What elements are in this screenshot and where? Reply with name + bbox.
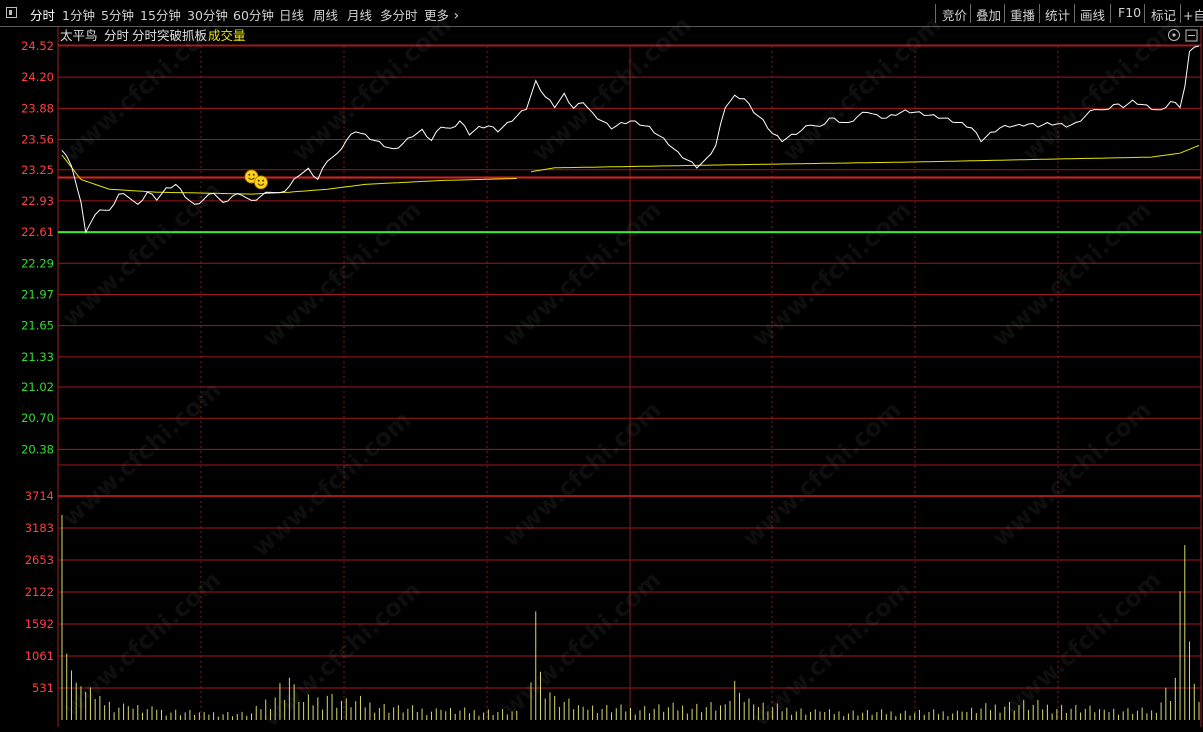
indicator-name: 分时突破抓板 (132, 28, 208, 43)
volume-tick-label: 3714 (25, 489, 54, 503)
volume-tick-label: 2653 (25, 553, 54, 567)
period-label: 分时 (104, 28, 130, 43)
price-tick-label: 21.97 (21, 287, 54, 301)
volume-tick-label: 3183 (25, 521, 54, 535)
price-tick-label: 24.20 (21, 70, 54, 84)
average-price-line (530, 144, 1200, 173)
volume-tick-label: 531 (32, 681, 54, 695)
price-tick-label: 22.61 (21, 225, 54, 239)
price-tick-label: 21.33 (21, 350, 54, 364)
price-tick-label: 21.02 (21, 380, 54, 394)
price-tick-label: 23.25 (21, 163, 54, 177)
price-tick-label: 22.29 (21, 256, 54, 270)
price-tick-label: 20.70 (21, 411, 54, 425)
stock-name: 太平鸟 (60, 28, 98, 43)
price-tick-label: 21.65 (21, 319, 54, 333)
average-price-line (61, 154, 517, 195)
price-tick-label: 22.93 (21, 194, 54, 208)
price-tick-label: 20.38 (21, 442, 54, 456)
signal-smiley-icon (254, 175, 268, 190)
settings-icon-dot (1172, 33, 1176, 37)
price-tick-label: 23.56 (21, 133, 54, 147)
volume-indicator-label: 成交量 (208, 28, 246, 43)
volume-tick-label: 2122 (25, 585, 54, 599)
price-tick-label: 24.52 (21, 39, 54, 53)
chart-area: 24.52 24.20 23.88 23.56 23.25 22.93 22.61 22.29… (21, 27, 1202, 727)
volume-tick-label: 1061 (25, 649, 54, 663)
price-tick-label: 23.88 (21, 101, 54, 115)
volume-tick-label: 1592 (25, 617, 54, 631)
